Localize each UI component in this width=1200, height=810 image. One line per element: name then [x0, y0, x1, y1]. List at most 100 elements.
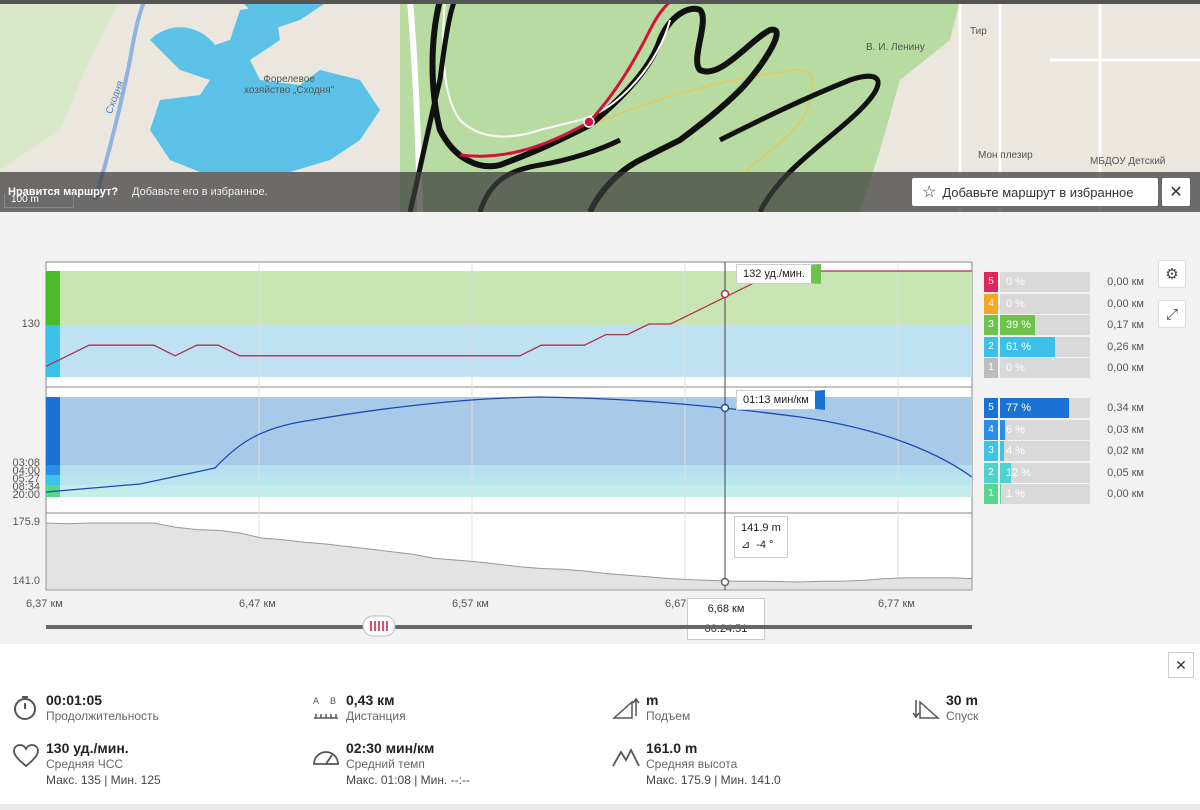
x-tick-3: 6,57 км — [452, 598, 489, 610]
hr-cursor-dot — [720, 289, 730, 299]
hr-y-tick: 130 — [21, 318, 40, 330]
stat-descent-label: Спуск — [946, 709, 979, 723]
stat-distance-label: Дистанция — [346, 709, 406, 723]
stat-avg-pace-range: Макс. 01:08 | Мин. --:-- — [346, 773, 470, 787]
pace-zone-number: 2 — [984, 462, 998, 483]
distance-ab-icon: A B — [313, 696, 338, 719]
hr-zone-number: 1 — [984, 358, 998, 378]
map-scale: 100 m — [4, 194, 74, 208]
pace-zone-number: 1 — [984, 484, 998, 504]
add-to-favorites-label: Добавьте маршрут в избранное — [942, 184, 1134, 200]
close-favorite-prompt-button[interactable]: ✕ — [1162, 178, 1190, 206]
ab-label-a: A — [313, 696, 319, 706]
hr-zone-bar: 0 % — [1000, 293, 1090, 314]
hr-zone-distance: 0,00 км — [1107, 276, 1144, 288]
elev-cursor-dot — [720, 577, 730, 587]
stat-descent-value: 30 m — [946, 692, 978, 708]
elevation-tooltip-slope: -4 ° — [756, 539, 774, 551]
stat-avg-elevation-value: 161.0 m — [646, 740, 698, 756]
hr-zone-number: 3 — [984, 315, 998, 335]
pace-zone-percent: 1 % — [1006, 488, 1025, 500]
stopwatch-icon — [14, 696, 36, 720]
route-position-marker — [583, 116, 595, 128]
route-stats-panel: ✕ 00:01:05 Продолжительность A B 0,43 км… — [0, 644, 1200, 810]
map-label-mbdou: МБДОУ Детский — [1090, 156, 1166, 167]
stat-duration-label: Продолжительность — [46, 709, 159, 723]
hr-zone-number: 2 — [984, 336, 998, 357]
pace-zone-5: 5 77 % 0,34 км — [984, 398, 1144, 418]
pace-cursor-dot — [720, 403, 730, 413]
pace-y-tick-5: 20:00 — [12, 489, 40, 501]
speedometer-icon — [313, 751, 339, 765]
pace-zone-bar: 1 % — [1000, 484, 1090, 504]
stat-ascent-value: m — [646, 692, 659, 708]
cursor-tooltip: 6,68 км 00:24:51 — [687, 598, 765, 640]
map-label-mon-plaisir: Мон плезир — [978, 150, 1033, 161]
pace-zone-bar-fill — [1000, 419, 1006, 440]
stat-avg-pace-label: Средний темп — [346, 757, 425, 771]
hr-zone-percent: 0 % — [1006, 362, 1025, 374]
pace-zone-bar: 6 % — [1000, 419, 1090, 440]
chart-expand-button[interactable]: ⤢ — [1158, 300, 1186, 328]
x-tick-5: 6,77 км — [878, 598, 915, 610]
pace-zone-number: 5 — [984, 398, 998, 418]
stat-ascent-label: Подъем — [646, 709, 691, 723]
stat-avg-elevation-label: Средняя высота — [646, 757, 738, 771]
hr-zone-distance: 0,00 км — [1107, 362, 1144, 374]
stat-distance-value: 0,43 км — [346, 692, 395, 708]
hr-zone-1: 1 0 % 0,00 км — [984, 358, 1144, 378]
gear-icon: ⚙ — [1165, 266, 1179, 283]
x-tick-2: 6,47 км — [239, 598, 276, 610]
pace-zone-distance: 0,34 км — [1107, 402, 1144, 414]
pace-zone-1: 1 1 % 0,00 км — [984, 484, 1144, 504]
heart-icon — [13, 744, 39, 768]
add-to-favorites-button[interactable]: ☆ Добавьте маршрут в избранное — [912, 178, 1158, 206]
hr-zone-bar: 0 % — [1000, 272, 1090, 292]
pace-zone-percent: 77 % — [1006, 402, 1032, 414]
route-map[interactable]: Форелевое хозяйство „Сходня" Сходня В. И… — [0, 0, 1200, 212]
elevation-tooltip-value: 141.9 m — [741, 522, 781, 534]
hr-zone-3: 3 39 % 0,17 км — [984, 315, 1144, 335]
ascent-icon — [612, 697, 640, 719]
stat-avg-hr-value: 130 уд./мин. — [46, 740, 129, 756]
expand-icon: ⤢ — [1165, 305, 1178, 323]
hr-zone-distance: 0,26 км — [1107, 340, 1144, 353]
mountains-icon — [612, 747, 640, 767]
stat-avg-hr-label: Средняя ЧСС — [46, 757, 124, 771]
pace-zone-distance: 0,02 км — [1107, 445, 1144, 457]
pace-zone-number: 4 — [984, 419, 998, 440]
elevation-tooltip: 141.9 m ⊿ -4 ° — [734, 516, 788, 558]
cursor-distance: 6,68 км — [707, 603, 745, 615]
pace-zone-distance: 0,03 км — [1107, 423, 1144, 436]
pace-zone-bar: 12 % — [1000, 462, 1090, 483]
elev-y-tick-min: 141.0 — [12, 575, 40, 587]
stat-avg-hr-range: Макс. 135 | Мин. 125 — [46, 773, 161, 787]
hr-zone-distance: 0,17 км — [1107, 319, 1144, 331]
hr-zone-percent: 0 % — [1006, 297, 1025, 310]
stat-duration-value: 00:01:05 — [46, 692, 103, 708]
pace-zone-distance: 0,00 км — [1107, 488, 1144, 500]
x-tick-1: 6,37 км — [26, 598, 63, 610]
charts-panel: 130 03:08 04:00 05:27 08:34 20:00 175.9 … — [0, 212, 1200, 644]
pace-zone-bar-fill — [1000, 484, 1001, 504]
pace-zone-percent: 4 % — [1006, 445, 1025, 457]
ab-label-b: B — [330, 696, 336, 706]
pace-zone-2: 2 12 % 0,05 км — [984, 462, 1144, 483]
hr-zone-5: 5 0 % 0,00 км — [984, 272, 1144, 292]
pace-zone-number: 3 — [984, 441, 998, 461]
pace-zone-percent: 12 % — [1006, 466, 1032, 479]
pace-zone-percent: 6 % — [1006, 423, 1025, 436]
map-label-trout-farm: Форелевое хозяйство „Сходня" — [244, 74, 335, 96]
hr-zone-number: 4 — [984, 293, 998, 314]
close-stats-button[interactable]: ✕ — [1168, 652, 1194, 678]
hr-zone-4: 4 0 % 0,00 км — [984, 293, 1144, 314]
hr-zone-bar: 0 % — [1000, 358, 1090, 378]
range-slider-handle[interactable] — [362, 615, 396, 637]
range-slider-track[interactable] — [46, 625, 972, 629]
chart-settings-button[interactable]: ⚙ — [1158, 260, 1186, 288]
pace-zone-4: 4 6 % 0,03 км — [984, 419, 1144, 440]
stat-avg-pace-value: 02:30 мин/км — [346, 740, 435, 756]
map-label-tir: Тир — [970, 26, 987, 37]
pace-zone5-band — [46, 397, 972, 465]
slope-icon: ⊿ — [741, 539, 751, 551]
